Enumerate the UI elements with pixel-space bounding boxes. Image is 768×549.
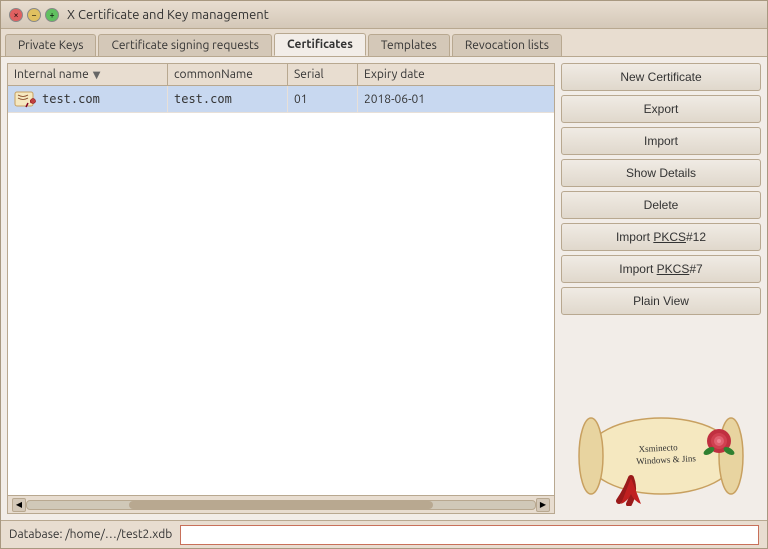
show-details-button[interactable]: Show Details <box>561 159 761 187</box>
tab-templates[interactable]: Templates <box>368 34 450 56</box>
window-title: X Certificate and Key management <box>67 8 269 22</box>
import-button[interactable]: Import <box>561 127 761 155</box>
action-panel: New Certificate Export Import Show Detai… <box>561 63 761 514</box>
col-expiry-date[interactable]: Expiry date <box>358 64 458 85</box>
cert-illustration: Xsminecto Windows & Jins <box>571 396 751 506</box>
tabbar: Private Keys Certificate signing request… <box>1 29 767 57</box>
table-row[interactable]: test.com test.com 01 2018-06-01 <box>8 86 554 113</box>
col-common-name[interactable]: commonName <box>168 64 288 85</box>
export-button[interactable]: Export <box>561 95 761 123</box>
scroll-left-button[interactable]: ◀ <box>12 498 26 512</box>
scroll-right-button[interactable]: ▶ <box>536 498 550 512</box>
certificate-table: Internal name ▼ commonName Serial Expiry… <box>7 63 555 514</box>
tab-csr[interactable]: Certificate signing requests <box>98 34 272 56</box>
window-controls: × − + <box>9 8 59 22</box>
cell-expiry-date: 2018-06-01 <box>358 86 458 112</box>
cell-internal-name: test.com <box>8 86 168 112</box>
cell-common-name: test.com <box>168 86 288 112</box>
table-header: Internal name ▼ commonName Serial Expiry… <box>8 64 554 86</box>
col-serial[interactable]: Serial <box>288 64 358 85</box>
sort-arrow-icon: ▼ <box>93 69 101 81</box>
svg-text:Xsminecto: Xsminecto <box>638 442 678 454</box>
main-content: Internal name ▼ commonName Serial Expiry… <box>1 57 767 520</box>
col-internal-name[interactable]: Internal name ▼ <box>8 64 168 85</box>
new-certificate-button[interactable]: New Certificate <box>561 63 761 91</box>
scrollbar-thumb[interactable] <box>129 501 434 509</box>
statusbar: Database: /home/…/test2.xdb <box>1 520 767 548</box>
import-pkcs12-button[interactable]: Import PKCS#12 <box>561 223 761 251</box>
certificate-artwork: Xsminecto Windows & Jins <box>561 319 761 514</box>
table-body: test.com test.com 01 2018-06-01 <box>8 86 554 495</box>
database-label: Database: /home/…/test2.xdb <box>9 528 172 541</box>
horizontal-scrollbar[interactable]: ◀ ▶ <box>8 495 554 513</box>
close-button[interactable]: × <box>9 8 23 22</box>
tab-private-keys[interactable]: Private Keys <box>5 34 96 56</box>
plain-view-button[interactable]: Plain View <box>561 287 761 315</box>
status-input[interactable] <box>180 525 759 545</box>
certificate-icon <box>14 90 38 108</box>
minimize-button[interactable]: − <box>27 8 41 22</box>
delete-button[interactable]: Delete <box>561 191 761 219</box>
scrollbar-track[interactable] <box>26 500 536 510</box>
tab-revocation[interactable]: Revocation lists <box>452 34 562 56</box>
titlebar: × − + X Certificate and Key management <box>1 1 767 29</box>
tab-certificates[interactable]: Certificates <box>274 33 366 56</box>
main-window: × − + X Certificate and Key management P… <box>0 0 768 549</box>
maximize-button[interactable]: + <box>45 8 59 22</box>
cell-serial: 01 <box>288 86 358 112</box>
import-pkcs7-button[interactable]: Import PKCS#7 <box>561 255 761 283</box>
